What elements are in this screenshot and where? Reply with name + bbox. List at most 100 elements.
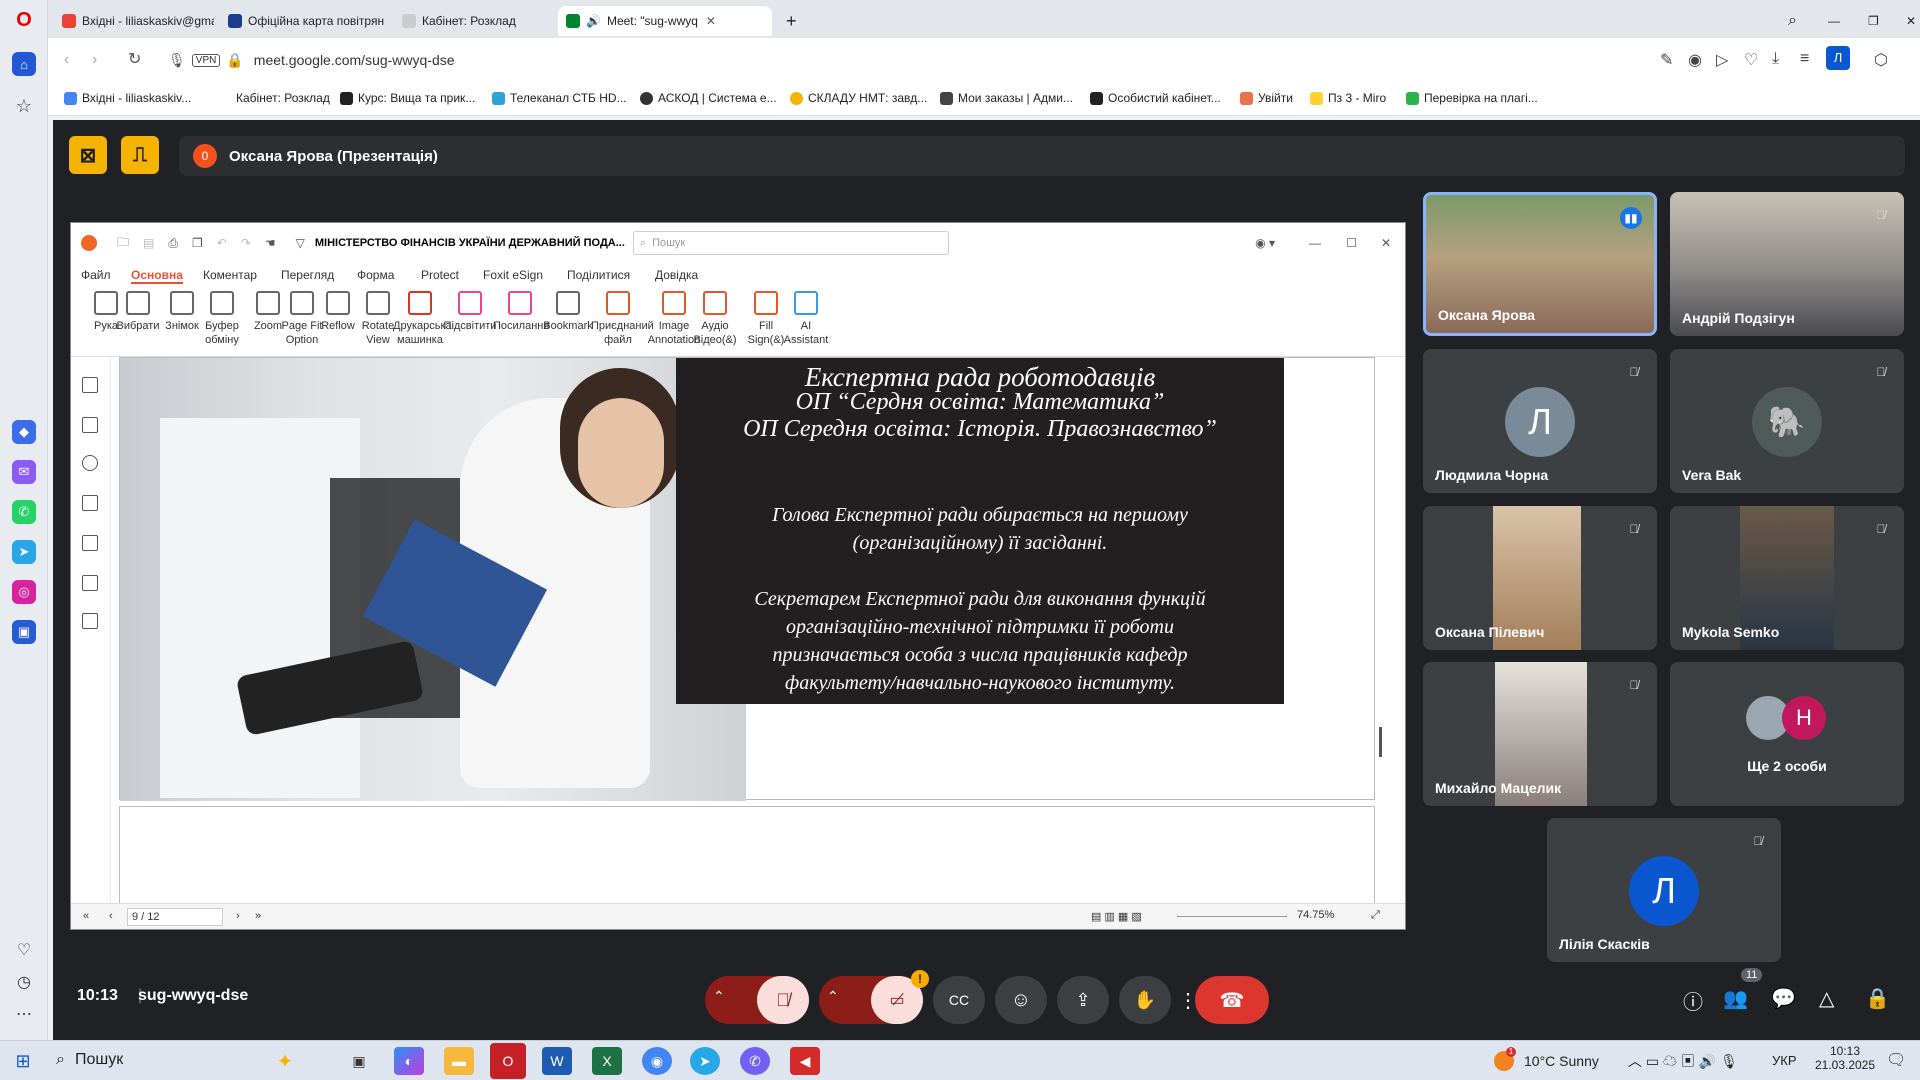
messenger-icon[interactable]: ✉ [12, 460, 36, 484]
participant-tile[interactable]: 🎙̸ Mykola Semko [1670, 506, 1904, 650]
participant-tile[interactable]: Н Ще 2 особи [1670, 662, 1904, 806]
leave-call-button[interactable]: ☎ [1195, 976, 1269, 1024]
instagram-icon[interactable]: ◎ [12, 580, 36, 604]
close-tab-icon[interactable]: ✕ [706, 14, 716, 28]
comments-panel-icon[interactable] [82, 455, 98, 471]
ribbon-button[interactable]: Друкарська машинка [393, 291, 452, 347]
back-icon[interactable]: ‹ [64, 51, 69, 69]
view-mode-icon[interactable]: ▤ ▥ ▦ ▧ [1091, 910, 1142, 923]
host-controls-icon[interactable]: 🔒 [1865, 986, 1890, 1011]
fullscreen-icon[interactable]: ⤢ [1371, 909, 1380, 922]
ribbon-button[interactable]: Підсвітити [443, 291, 497, 333]
ribbon-button[interactable]: Приєднаний файл [591, 291, 654, 347]
bookmark-item[interactable]: Перевірка на плагі... [1406, 91, 1538, 105]
close-window-button[interactable]: ✕ [1898, 6, 1920, 36]
clock[interactable]: 10:13 21.03.2025 [1812, 1044, 1878, 1072]
maximize-button[interactable]: ☐ [1346, 236, 1357, 250]
hand-tool-icon[interactable]: ☚ [265, 236, 276, 250]
start-icon[interactable]: ⊞ [8, 1047, 38, 1075]
camera-options-chevron-icon[interactable]: ⌃ [827, 988, 839, 1005]
app-icon[interactable]: ◀ [790, 1047, 820, 1075]
copilot-icon[interactable]: ◐ [394, 1047, 424, 1075]
tab-schedule[interactable]: Кабінет: Розклад [394, 6, 554, 36]
present-button[interactable]: ⇪ [1057, 976, 1109, 1024]
aria-icon[interactable]: ◆ [12, 420, 36, 444]
document-view[interactable]: Експертна рада роботодавців ОП “Сердня о… [111, 357, 1393, 906]
home-icon[interactable]: ⌂ [12, 52, 36, 76]
menu-home[interactable]: Основна [131, 268, 183, 284]
participant-tile[interactable]: 🎙̸ Л Людмила Чорна [1423, 349, 1657, 493]
ribbon-button[interactable]: Аудіо Відео(&) [693, 291, 737, 347]
participant-tile[interactable]: ▮▮ Оксана Ярова [1423, 192, 1657, 336]
scrollbar-thumb[interactable] [1379, 727, 1382, 757]
pin-icon[interactable]: ⎍ [121, 136, 159, 174]
more-icon[interactable]: ⋯ [12, 1002, 36, 1026]
star-icon[interactable]: ☆ [12, 94, 36, 118]
foxit-search-input[interactable]: ⌕ Пошук [632, 231, 949, 255]
opera-logo-icon[interactable]: O [12, 8, 36, 32]
tab-air-map[interactable]: Офіційна карта повітрян [220, 6, 388, 36]
ribbon-button[interactable]: Bookmark [541, 291, 595, 333]
minimize-button[interactable]: — [1309, 236, 1321, 250]
menu-help[interactable]: Довідка [655, 268, 698, 282]
menu-share[interactable]: Поділитися [567, 268, 630, 282]
close-button[interactable]: ✕ [1381, 236, 1391, 250]
copy-icon[interactable]: ❐ [192, 236, 203, 250]
redo-icon[interactable]: ↷ [241, 236, 251, 250]
edit-icon[interactable]: ✎ [1660, 50, 1673, 70]
profile-avatar[interactable]: Л [1826, 46, 1850, 70]
task-view-icon[interactable]: ▣ [344, 1047, 374, 1075]
url-field[interactable]: 🎙 VPN 🔒 meet.google.com/sug-wwyq-dse [168, 45, 1628, 75]
captions-button[interactable]: CC [933, 976, 985, 1024]
menu-icon[interactable]: ≡ [1800, 50, 1809, 68]
next-page-icon[interactable]: › [236, 910, 240, 922]
activities-icon[interactable]: △ [1819, 986, 1834, 1011]
minimize-button[interactable]: — [1820, 6, 1844, 36]
menu-protect[interactable]: Protect [421, 268, 459, 282]
bookmark-item[interactable]: Кабінет: Розклад [236, 91, 330, 105]
bookmark-item[interactable]: Курс: Вища та прик... [340, 91, 475, 105]
menu-comment[interactable]: Коментар [203, 268, 257, 282]
dropdown-icon[interactable]: ▽ [296, 236, 305, 250]
copilot-sparkle-icon[interactable]: ✦ [270, 1047, 300, 1075]
attachment-panel-icon[interactable] [82, 535, 98, 551]
play-icon[interactable]: ▷ [1716, 50, 1728, 70]
notifications-icon[interactable]: 🗨 [1886, 1050, 1906, 1070]
forward-icon[interactable]: › [92, 51, 97, 69]
tray-icons[interactable]: ︿ ▭ ☁ ▣ 🔊 🎙 [1628, 1051, 1738, 1071]
undo-icon[interactable]: ↶ [217, 236, 227, 250]
box-icon[interactable]: ⬡ [1874, 50, 1888, 70]
menu-form[interactable]: Форма [357, 268, 394, 282]
download-icon[interactable]: ⤓ [1772, 50, 1779, 68]
history-icon[interactable]: ◷ [12, 970, 36, 994]
file-explorer-icon[interactable]: ▬ [444, 1047, 474, 1075]
bookmark-item[interactable]: АСКОД | Система е... [640, 91, 777, 105]
bookmark-item[interactable]: Пз 3 - Miro [1310, 91, 1386, 105]
people-icon[interactable]: 👥 [1723, 986, 1748, 1011]
zoom-slider[interactable] [1177, 916, 1287, 917]
opera-taskbar-icon[interactable]: O [490, 1043, 526, 1079]
chrome-icon[interactable]: ◉ [642, 1047, 672, 1075]
pages-panel-icon[interactable] [82, 417, 98, 433]
bookmark-panel-icon[interactable] [82, 377, 98, 393]
participant-tile[interactable]: 🎙̸ Л Лілія Скаскiв [1547, 818, 1781, 962]
telegram-icon[interactable]: ➤ [12, 540, 36, 564]
print-icon[interactable]: ⎙ [168, 236, 178, 251]
chat-icon[interactable]: 💬 [1771, 986, 1796, 1011]
bookmark-item[interactable]: СКЛАДУ НМТ: завд... [790, 91, 927, 105]
mic-off-button[interactable]: 🎙̸ [757, 976, 809, 1024]
ribbon-button[interactable]: AI Assistant [779, 291, 833, 347]
info-icon[interactable]: ⓘ [1683, 986, 1703, 1015]
restore-button[interactable]: ❐ [1860, 6, 1884, 36]
word-icon[interactable]: W [542, 1047, 572, 1075]
taskbar-search[interactable]: ⌕ Пошук [56, 1051, 123, 1069]
stop-presenting-icon[interactable]: ⊠ [69, 136, 107, 174]
weather-text[interactable]: 10°C Sunny [1524, 1053, 1599, 1069]
reload-icon[interactable]: ↻ [128, 49, 141, 69]
bookmark-item[interactable]: Вхідні - liliaskaskiv... [64, 91, 191, 105]
extension-icon[interactable]: ▣ [12, 620, 36, 644]
open-icon[interactable]: 🗀 [117, 233, 129, 254]
layers-panel-icon[interactable] [82, 495, 98, 511]
participant-tile[interactable]: 🎙̸ Михайло Мацелик [1423, 662, 1657, 806]
emoji-button[interactable]: ☺ [995, 976, 1047, 1024]
